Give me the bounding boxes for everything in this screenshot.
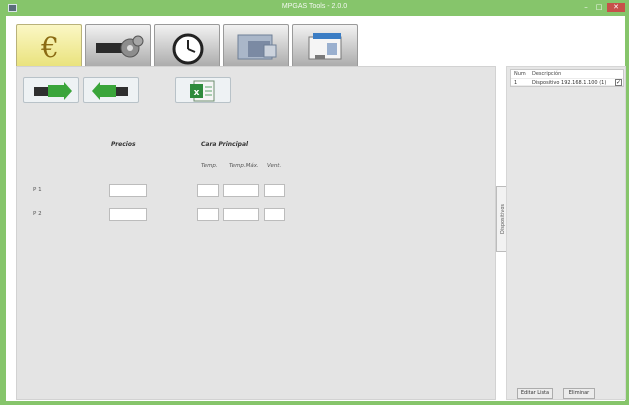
device-checkbox[interactable]: ✓ (615, 79, 622, 86)
devices-table: Num Descripción 1 Dispositivo 192.168.1.… (510, 69, 624, 87)
receive-arrow-icon (34, 82, 72, 100)
receive-button[interactable] (23, 77, 79, 103)
temp-max-field-p2[interactable] (223, 208, 259, 221)
svg-text:€: € (40, 31, 59, 64)
device-description: Dispositivo 192.168.1.100 (1) (532, 80, 607, 86)
vent-field-p1[interactable] (264, 184, 285, 197)
window-title: MPGAS Tools - 2.0.0 (281, 3, 348, 10)
title-bar[interactable]: MPGAS Tools - 2.0.0 – □ ✕ (0, 0, 629, 16)
tab-configuration[interactable] (85, 24, 151, 68)
maximize-button[interactable]: □ (594, 3, 604, 12)
tab-dispenser[interactable] (292, 24, 358, 68)
send-arrow-icon (92, 82, 128, 100)
column-header-descripcion: Descripción (532, 71, 562, 77)
table-row[interactable]: 1 Dispositivo 192.168.1.100 (1) ✓ (511, 78, 623, 86)
row-label-p1: P 1 (33, 187, 42, 193)
prices-panel: x Precios Cara Principal Temp. Temp.Máx.… (16, 66, 496, 400)
subheader-temp-max: Temp.Máx. (229, 163, 259, 169)
table-header: Num Descripción (511, 70, 623, 77)
tab-schedule[interactable] (154, 24, 220, 68)
device-num: 1 (514, 80, 518, 86)
send-button[interactable] (83, 77, 139, 103)
main-tabstrip: € (16, 24, 366, 68)
fuel-dispenser-icon (308, 33, 342, 60)
delete-button[interactable]: Eliminar (563, 388, 595, 399)
app-window: MPGAS Tools - 2.0.0 – □ ✕ € x Precios Ca… (0, 0, 629, 405)
vent-field-p2[interactable] (264, 208, 285, 221)
precio-field-p1[interactable] (109, 184, 147, 197)
column-header-num: Num (514, 71, 526, 77)
temp-max-field-p1[interactable] (223, 184, 259, 197)
devices-panel: Num Descripción 1 Dispositivo 192.168.1.… (506, 66, 626, 400)
edit-list-button[interactable]: Editar Lista (517, 388, 553, 399)
minimize-button[interactable]: – (581, 3, 591, 12)
precio-field-p2[interactable] (109, 208, 147, 221)
gears-icon (96, 35, 144, 58)
header-precios: Precios (111, 141, 136, 148)
subheader-vent: Vent. (267, 163, 282, 169)
svg-text:x: x (194, 88, 200, 98)
header-cara-principal: Cara Principal (201, 141, 249, 148)
temp-field-p2[interactable] (197, 208, 219, 221)
euro-icon: € (40, 31, 59, 64)
export-excel-button[interactable]: x (175, 77, 231, 103)
temp-field-p1[interactable] (197, 184, 219, 197)
excel-icon: x (190, 80, 215, 102)
tab-prices[interactable]: € (16, 24, 82, 68)
clock-icon (172, 33, 204, 65)
tab-devices[interactable] (223, 24, 289, 68)
client-area: € x Precios Cara Principal Temp. Temp.Má… (6, 16, 626, 401)
mpgas-logo-icon (237, 34, 277, 60)
close-button[interactable]: ✕ (607, 3, 625, 12)
subheader-temp: Temp. (201, 163, 218, 169)
row-label-p2: P 2 (33, 211, 42, 217)
